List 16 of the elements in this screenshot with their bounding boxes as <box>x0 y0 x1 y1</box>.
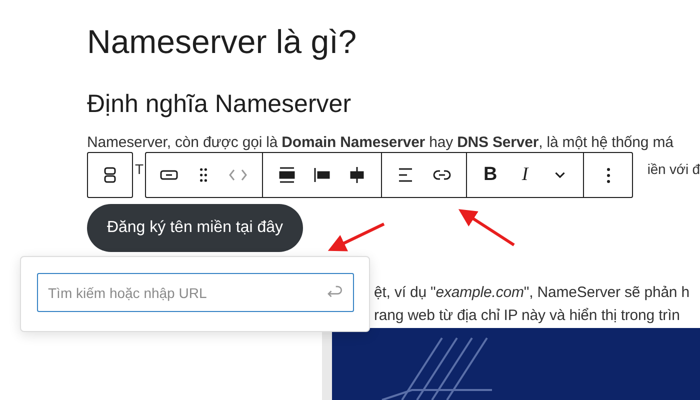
url-search-field[interactable]: Tìm kiếm hoặc nhập URL <box>37 273 354 312</box>
section-heading: Định nghĩa Nameserver <box>87 90 352 118</box>
italic-button[interactable]: I <box>508 157 542 193</box>
register-domain-button[interactable]: Đăng ký tên miền tại đây <box>87 204 303 252</box>
chevron-down-icon <box>554 172 565 178</box>
drag-dots-icon <box>200 168 206 182</box>
paragraph-fragment: iền với đ <box>647 160 700 179</box>
bold-button[interactable]: B <box>473 157 508 193</box>
paragraph-line: Nameserver, còn được gọi là Domain Nameserver hay DNS Server, là một hệ thống má <box>87 133 674 153</box>
paragraph-line: ệt, ví dụ "example.com", NameServer sẽ phản h <box>374 283 690 303</box>
more-vertical-icon <box>606 168 610 182</box>
paragraph-fragment: T <box>135 160 144 179</box>
annotation-arrow <box>458 209 515 246</box>
page-heading: Nameserver là gì? <box>87 22 357 62</box>
paragraph-line: rang web từ địa chỉ IP này và hiển thị trong trìn <box>374 306 680 326</box>
annotation-arrow <box>328 222 385 252</box>
